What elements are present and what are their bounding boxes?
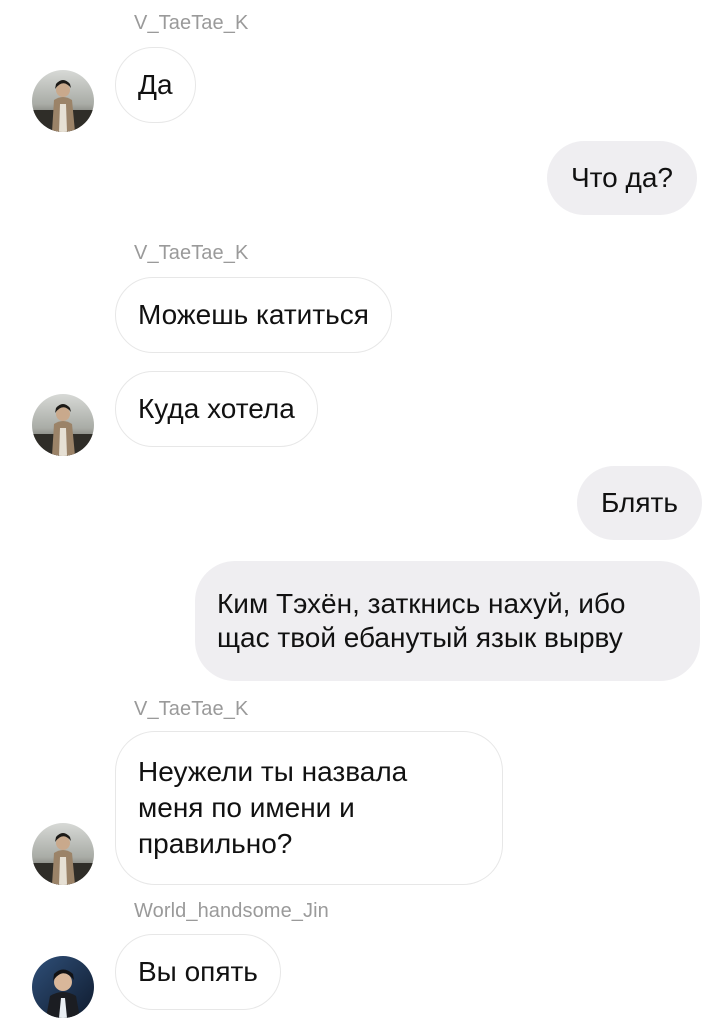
avatar-photo-image [32,823,94,885]
message-text: Вы опять [138,956,258,987]
avatar-v-taetae-k[interactable] [32,823,94,885]
message-bubble-outgoing[interactable]: Что да? [547,141,698,215]
message-text: Можешь катиться [138,299,369,330]
avatar-photo-image [32,956,94,1018]
sender-name: World_handsome_Jin [134,900,329,922]
avatar-v-taetae-k[interactable] [32,70,94,132]
message-text-line: Ким Тэхён, заткнись нахуй, ибо [217,588,626,619]
message-text: Что да? [571,162,674,193]
message-text-line: Неужели ты назвала [138,756,408,787]
message-text-line: меня по имени и [138,792,355,823]
avatar-v-taetae-k[interactable] [32,394,94,456]
avatar-photo-image [32,70,94,132]
message-bubble-incoming[interactable]: Можешь катиться [115,277,392,353]
message-text-line: щас твой ебанутый язык вырву [217,622,623,653]
message-text: Куда хотела [138,393,295,424]
sender-name: V_TaeTae_K [134,698,249,720]
avatar-photo-image [32,394,94,456]
message-bubble-outgoing[interactable]: Ким Тэхён, заткнись нахуй, ибо щас твой … [195,561,700,681]
message-text: Да [138,69,173,100]
message-bubble-incoming[interactable]: Куда хотела [115,371,318,447]
message-bubble-outgoing[interactable]: Блять [577,466,702,540]
message-bubble-incoming[interactable]: Неужели ты назвала меня по имени и прави… [115,731,503,885]
sender-name: V_TaeTae_K [134,242,249,264]
message-bubble-incoming[interactable]: Вы опять [115,934,281,1010]
sender-name: V_TaeTae_K [134,12,249,34]
message-bubble-incoming[interactable]: Да [115,47,196,123]
avatar-world-handsome-jin[interactable] [32,956,94,1018]
message-text: Блять [601,487,678,518]
message-text-line: правильно? [138,828,293,859]
